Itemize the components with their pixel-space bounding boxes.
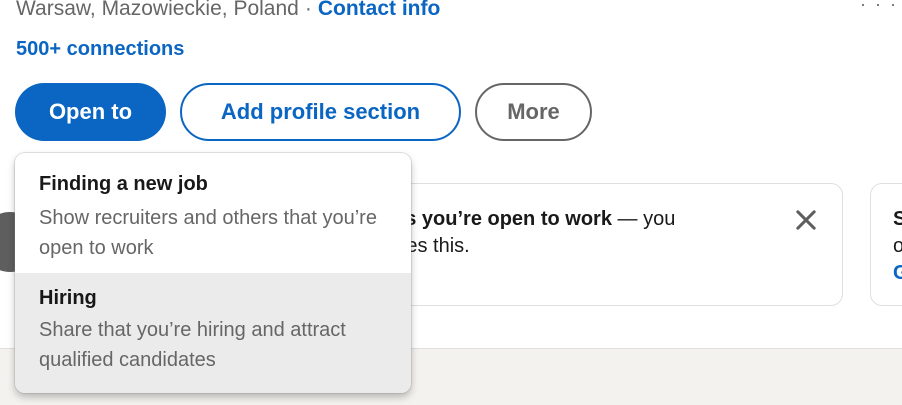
open-to-button[interactable]: Open to [15, 83, 166, 141]
menu-item-title: Finding a new job [39, 173, 208, 195]
side-card: S o G [870, 183, 902, 306]
location-text: Warsaw, Mazowieckie, Poland [16, 0, 299, 20]
menu-item-hiring[interactable]: Hiring Share that you’re hiring and attr… [15, 273, 411, 393]
side-card-text: o [893, 233, 902, 260]
side-card-link[interactable]: G [893, 260, 902, 287]
more-button[interactable]: More [475, 83, 592, 141]
side-card-title: S [893, 206, 902, 233]
contact-info-link[interactable]: Contact info [318, 0, 440, 20]
menu-item-title: Hiring [39, 287, 97, 309]
separator: · [304, 0, 312, 20]
open-to-dropdown: Finding a new job Show recruiters and ot… [15, 153, 411, 393]
connections-link[interactable]: 500+ connections [16, 36, 184, 62]
menu-item-description: Share that you’re hiring and attract qua… [39, 319, 346, 371]
location-line: Warsaw, Mazowieckie, Poland · Contact info [16, 0, 440, 22]
open-to-work-card-rest: — you [611, 208, 676, 230]
menu-item-finding-new-job[interactable]: Finding a new job Show recruiters and ot… [15, 153, 411, 273]
add-profile-section-button[interactable]: Add profile section [180, 83, 461, 141]
menu-item-description: Show recruiters and others that you’re o… [39, 207, 377, 259]
close-icon[interactable] [792, 206, 820, 234]
top-right-fragment: · · · [860, 0, 898, 14]
